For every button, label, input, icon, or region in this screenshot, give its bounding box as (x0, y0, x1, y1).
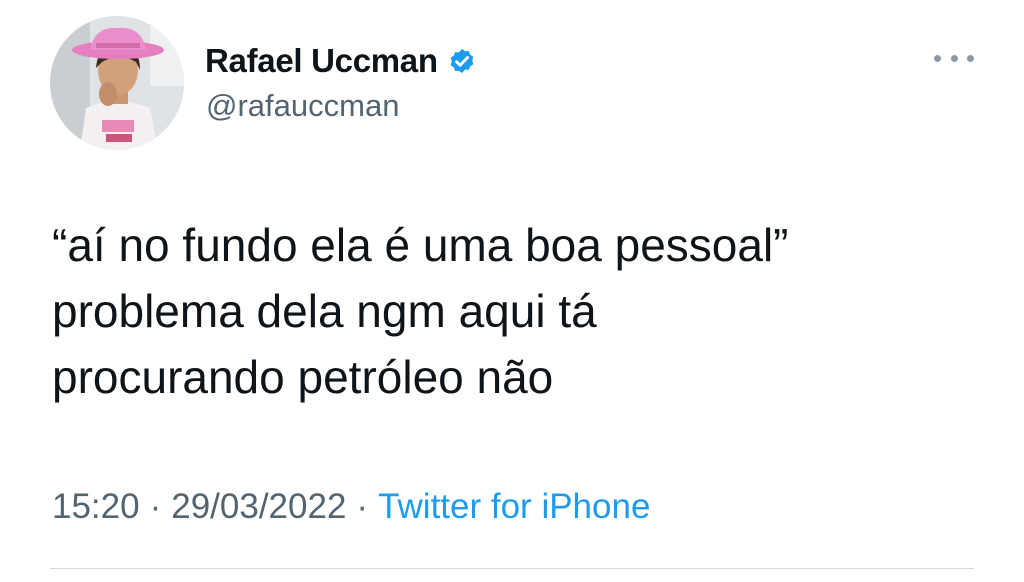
more-options-icon[interactable] (934, 48, 974, 68)
tweet-card: Rafael Uccman @rafauccman “aí no fundo e… (0, 0, 1024, 582)
meta-separator: · (356, 487, 369, 526)
avatar-image (50, 16, 184, 150)
tweet-metadata: 15:20 · 29/03/2022 · Twitter for iPhone (52, 487, 650, 527)
verified-badge-icon (446, 45, 478, 77)
tweet-time[interactable]: 15:20 (52, 487, 140, 527)
more-dot (934, 54, 941, 62)
meta-separator: · (149, 487, 162, 526)
tweet-source-link[interactable]: Twitter for iPhone (378, 487, 650, 527)
display-name[interactable]: Rafael Uccman (205, 42, 438, 80)
user-handle[interactable]: @rafauccman (206, 88, 399, 124)
more-dot (967, 54, 974, 62)
tweet-date[interactable]: 29/03/2022 (171, 487, 346, 527)
divider (50, 568, 974, 569)
more-dot (950, 54, 958, 62)
tweet-text: “aí no fundo ela é uma boa pessoal” prob… (52, 219, 789, 403)
author-row: Rafael Uccman (205, 36, 478, 86)
avatar[interactable] (50, 16, 184, 150)
